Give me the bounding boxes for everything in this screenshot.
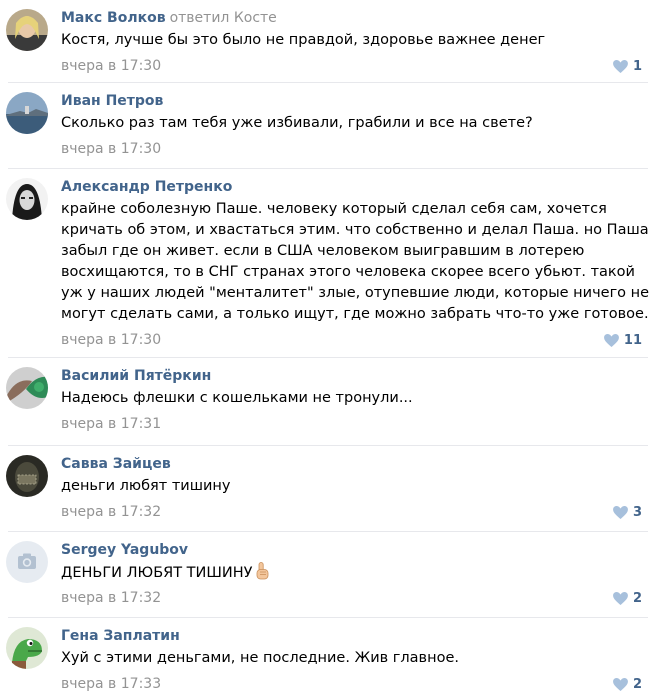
reply-to-link[interactable]: Косте — [234, 10, 277, 26]
comment-time[interactable]: вчера в 17:32 — [61, 590, 161, 607]
avatar[interactable] — [6, 92, 48, 134]
comment-text-segment: крайне соболезную Паше. человеку который… — [61, 201, 607, 217]
comment-text: Хуй с этими деньгами, не последние. Жив … — [61, 648, 633, 669]
comment-item: Александр Петренко крайне соболезную Паш… — [0, 169, 656, 358]
comment-text-line: восхищаются, то в СНГ странах этого чело… — [61, 262, 635, 283]
comment-text-line: деньги любят тишину — [61, 476, 633, 497]
comment-text-segment: кричать об этом, и хвастаться этим. что … — [61, 222, 649, 238]
author-name[interactable]: Гена Заплатин — [61, 628, 180, 644]
comment-item: Гена Заплатин Хуй с этими деньгами, не п… — [0, 618, 656, 691]
avatar[interactable] — [6, 178, 48, 220]
heart-icon — [613, 506, 628, 519]
heart-icon — [613, 60, 628, 73]
avatar[interactable] — [6, 627, 48, 669]
comment-text-segment: деньги любят тишину — [61, 478, 231, 494]
comment-text: ДЕНЬГИ ЛЮБЯТ ТИШИНУ — [61, 562, 633, 584]
comment-text-line: могут сделать сами, а только ищут, где м… — [61, 304, 649, 325]
comment-header: Sergey Yagubov — [61, 542, 188, 559]
comments-list: Макс Волков ответил Косте Костя, лучше бы… — [0, 0, 656, 691]
reply-indicator: ответил Косте — [170, 10, 277, 26]
author-name[interactable]: Sergey Yagubov — [61, 542, 188, 558]
avatar[interactable] — [6, 367, 48, 409]
like-button[interactable]: 11 — [603, 332, 642, 349]
comment-text-line: крайне соболезную Паше. человеку который… — [61, 199, 633, 220]
comment-text-line: Костя, лучше бы это было не правдой, здо… — [61, 30, 633, 51]
comment-text-line: Сколько раз там тебя уже избивали, граби… — [61, 113, 633, 134]
index-finger-up-icon — [257, 562, 269, 580]
like-button[interactable]: 2 — [613, 676, 642, 691]
avatar[interactable] — [6, 541, 48, 583]
comment-text-segment: Хуй с этими деньгами, не последние. Жив … — [61, 650, 459, 666]
comment-text-line: забыл где он живет. если в США человеком… — [61, 241, 633, 262]
comment-text-line: ДЕНЬГИ ЛЮБЯТ ТИШИНУ — [61, 562, 633, 584]
comment-text-segment: могут сделать сами, а только ищут, где м… — [61, 306, 649, 322]
comment-text-line: кричать об этом, и хвастаться этим. что … — [61, 220, 649, 241]
comment-text: крайне соболезную Паше. человеку который… — [61, 199, 649, 325]
comment-time[interactable]: вчера в 17:32 — [61, 504, 161, 521]
comment-item: Савва Зайцев деньги любят тишину вчера в… — [0, 446, 656, 532]
like-button[interactable]: 3 — [613, 504, 642, 521]
comment-header: Александр Петренко — [61, 179, 232, 196]
like-count: 1 — [632, 59, 642, 74]
avatar[interactable] — [6, 455, 48, 497]
comment-header: Гена Заплатин — [61, 628, 180, 645]
comment-text-segment: уж у наших людей "менталитет" злые, отуп… — [61, 285, 650, 301]
like-button[interactable]: 2 — [613, 590, 642, 607]
comment-text-segment: забыл где он живет. если в США человеком… — [61, 243, 585, 259]
comment-text-line: Надеюсь флешки с кошельками не тронули..… — [61, 388, 633, 409]
reply-label: ответил — [169, 10, 230, 26]
comment-text-segment: Надеюсь флешки с кошельками не тронули..… — [61, 390, 413, 406]
comment-item: Иван Петров Сколько раз там тебя уже изб… — [0, 83, 656, 169]
comment-text-line: уж у наших людей "менталитет" злые, отуп… — [61, 283, 649, 304]
comment-text-segment: Сколько раз там тебя уже избивали, граби… — [61, 115, 533, 131]
author-name[interactable]: Иван Петров — [61, 93, 163, 109]
comment-text: Костя, лучше бы это было не правдой, здо… — [61, 30, 633, 51]
heart-icon — [603, 334, 619, 347]
comment-time[interactable]: вчера в 17:31 — [61, 416, 161, 433]
comment-text: деньги любят тишину — [61, 476, 633, 497]
comment-time[interactable]: вчера в 17:30 — [61, 332, 161, 349]
comment-text-line: Хуй с этими деньгами, не последние. Жив … — [61, 648, 633, 669]
comment-text-segment: ДЕНЬГИ ЛЮБЯТ ТИШИНУ — [61, 565, 253, 581]
author-name[interactable]: Макс Волков — [61, 10, 166, 26]
comment-item: Макс Волков ответил Косте Костя, лучше бы… — [0, 0, 656, 83]
like-count: 11 — [623, 333, 642, 348]
like-count: 2 — [632, 591, 642, 606]
heart-icon — [613, 592, 628, 605]
author-name[interactable]: Василий Пятёркин — [61, 368, 211, 384]
comment-header: Макс Волков ответил Косте — [61, 10, 277, 27]
comment-text-segment: Костя, лучше бы это было не правдой, здо… — [61, 32, 546, 48]
comment-text: Сколько раз там тебя уже избивали, граби… — [61, 113, 633, 134]
author-name[interactable]: Савва Зайцев — [61, 456, 171, 472]
comment-header: Иван Петров — [61, 93, 163, 110]
comment-item: Василий Пятёркин Надеюсь флешки с кошель… — [0, 358, 656, 446]
like-button[interactable]: 1 — [613, 58, 642, 75]
comment-time[interactable]: вчера в 17:30 — [61, 58, 161, 75]
comment-text: Надеюсь флешки с кошельками не тронули..… — [61, 388, 633, 409]
comment-text-segment: восхищаются, то в СНГ странах этого чело… — [61, 264, 635, 280]
heart-icon — [613, 678, 628, 691]
comment-item: Sergey Yagubov ДЕНЬГИ ЛЮБЯТ ТИШИНУ вчера… — [0, 532, 656, 618]
author-name[interactable]: Александр Петренко — [61, 179, 232, 195]
like-count: 3 — [632, 505, 642, 520]
comment-time[interactable]: вчера в 17:33 — [61, 676, 161, 691]
comment-time[interactable]: вчера в 17:30 — [61, 141, 161, 158]
like-count: 2 — [632, 677, 642, 691]
comment-header: Савва Зайцев — [61, 456, 171, 473]
avatar[interactable] — [6, 9, 48, 51]
comment-header: Василий Пятёркин — [61, 368, 211, 385]
